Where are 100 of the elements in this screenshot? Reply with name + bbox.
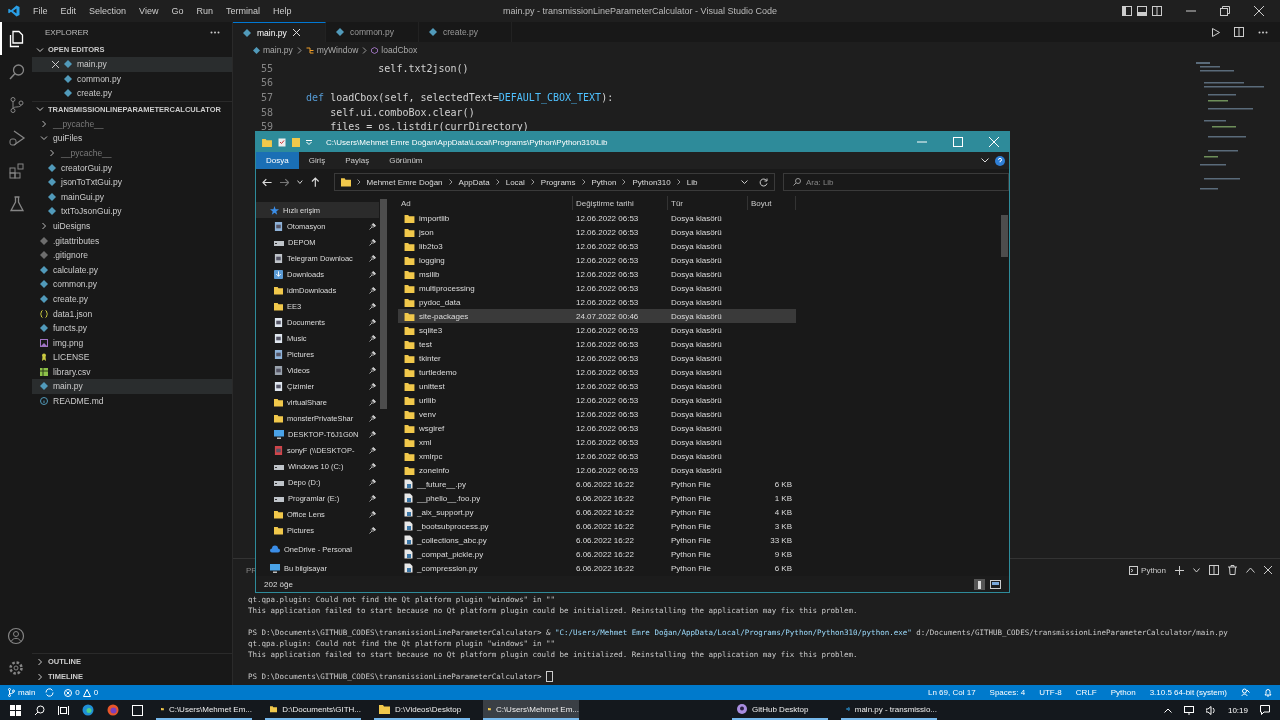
file-row[interactable]: __future__.py 6.06.2022 16:22 Python File 6 KB: [398, 477, 796, 491]
network-icon[interactable]: [1183, 705, 1194, 715]
file-tree-item[interactable]: README.md: [32, 393, 232, 409]
address-bar[interactable]: Mehmet Emre Doğan AppData Local Programs Python Python310 Lib: [333, 173, 775, 191]
file-row[interactable]: lib2to3 12.06.2022 06:53 Dosya klasörü: [398, 239, 796, 253]
close-icon[interactable]: [292, 29, 300, 36]
menu-item[interactable]: Run: [196, 6, 213, 16]
pin-icon[interactable]: [369, 238, 376, 246]
file-row[interactable]: _bootsubprocess.py 6.06.2022 16:22 Python File 3 KB: [398, 519, 796, 533]
file-row[interactable]: _compression.py 6.06.2022 16:22 Python File 6 KB: [398, 561, 796, 575]
pin-icon[interactable]: [369, 382, 376, 390]
file-row[interactable]: msilib 12.06.2022 06:53 Dosya klasörü: [398, 267, 796, 281]
scrollbar[interactable]: [1001, 215, 1008, 257]
status-item[interactable]: UTF-8: [1039, 688, 1062, 697]
run-icon[interactable]: [1212, 27, 1220, 37]
menu-item[interactable]: Terminal: [225, 6, 260, 16]
maximize-icon[interactable]: [953, 137, 963, 147]
file-tree-item[interactable]: jsonToTxtGui.py: [32, 174, 232, 190]
open-editor-item[interactable]: create.py: [32, 86, 232, 101]
file-row[interactable]: __phello__.foo.py 6.06.2022 16:22 Python File 1 KB: [398, 491, 796, 505]
editor-tab[interactable]: common.py: [326, 22, 419, 42]
ribbon-tab[interactable]: Görünüm: [379, 152, 433, 169]
more-icon[interactable]: [1258, 30, 1268, 34]
sync-icon[interactable]: [45, 688, 55, 697]
clock[interactable]: 10:19: [1227, 705, 1248, 715]
file-tree-item[interactable]: __pycache__: [32, 145, 232, 161]
pin-icon[interactable]: [369, 254, 376, 262]
file-row[interactable]: logging 12.06.2022 06:53 Dosya klasörü: [398, 253, 796, 267]
taskbar-app[interactable]: C:\Users\Mehmet Em...: [156, 700, 252, 720]
file-tree-item[interactable]: functs.py: [32, 320, 232, 336]
window-icon[interactable]: [132, 704, 143, 716]
file-tree-item[interactable]: .gitattributes: [32, 233, 232, 248]
close-icon[interactable]: [52, 60, 59, 68]
status-item[interactable]: Python: [1110, 688, 1136, 697]
file-row[interactable]: wsgiref 12.06.2022 06:53 Dosya klasörü: [398, 421, 796, 435]
file-tree-item[interactable]: uiDesigns: [32, 218, 232, 234]
file-tree-item[interactable]: __pycache__: [32, 116, 232, 132]
taskbar-app[interactable]: C:\Users\Mehmet Em...: [483, 700, 579, 720]
status-item[interactable]: CRLF: [1075, 688, 1097, 697]
menu-item[interactable]: File: [33, 6, 48, 16]
file-row[interactable]: xmlrpc 12.06.2022 06:53 Dosya klasörü: [398, 449, 796, 463]
ribbon-tab[interactable]: Paylaş: [335, 152, 380, 169]
pin-icon[interactable]: [369, 222, 376, 230]
file-tree-item[interactable]: common.py: [32, 277, 232, 292]
scrollbar[interactable]: [380, 199, 387, 409]
pin-icon[interactable]: [369, 334, 376, 342]
file-tree-item[interactable]: create.py: [32, 291, 232, 307]
file-row[interactable]: json 12.06.2022 06:53 Dosya klasörü: [398, 225, 796, 239]
large-icons-view-icon[interactable]: [990, 578, 1001, 590]
pin-icon[interactable]: [369, 270, 376, 278]
file-row[interactable]: multiprocessing 12.06.2022 06:53 Dosya klasörü: [398, 281, 796, 295]
breadcrumb-item[interactable]: main.py: [253, 45, 293, 55]
properties-icon[interactable]: [278, 137, 286, 147]
pin-icon[interactable]: [369, 478, 376, 486]
column-header[interactable]: Değiştirme tarihi: [573, 196, 668, 210]
close-icon[interactable]: [1254, 6, 1264, 16]
pin-icon[interactable]: [369, 350, 376, 358]
file-row[interactable]: _compat_pickle.py 6.06.2022 16:22 Python File 9 KB: [398, 547, 796, 561]
column-header[interactable]: Ad: [398, 196, 573, 210]
file-tree-item[interactable]: data1.json: [32, 306, 232, 321]
browser-icon[interactable]: [82, 704, 94, 716]
menu-item[interactable]: View: [139, 6, 159, 16]
editor-tab[interactable]: create.py: [419, 22, 512, 42]
menu-item[interactable]: Help: [272, 6, 292, 16]
breadcrumb-item[interactable]: loadCbox: [371, 45, 418, 55]
forward-icon[interactable]: [279, 177, 290, 187]
terminal-selector[interactable]: Python: [1129, 565, 1166, 575]
menu-item[interactable]: Selection: [89, 6, 127, 16]
add-icon[interactable]: [1175, 565, 1184, 575]
file-row[interactable]: site-packages 24.07.2022 00:46 Dosya klasörü: [398, 309, 796, 323]
chevron-down-icon[interactable]: [1193, 567, 1200, 573]
search-field[interactable]: Ara: Lib: [783, 173, 1009, 191]
settings-icon[interactable]: [7, 659, 25, 677]
trash-icon[interactable]: [1228, 565, 1237, 575]
pin-icon[interactable]: [369, 366, 376, 374]
status-item[interactable]: Ln 69, Col 17: [928, 688, 976, 697]
split-editor-icon[interactable]: [1234, 27, 1244, 37]
taskbar-app[interactable]: D:\Documents\GITH...: [265, 700, 361, 720]
status-item[interactable]: 3.10.5 64-bit (system): [1149, 688, 1227, 697]
more-icon[interactable]: [210, 30, 220, 34]
file-row[interactable]: venv 12.06.2022 06:53 Dosya klasörü: [398, 407, 796, 421]
pin-icon[interactable]: [369, 526, 376, 534]
pin-icon[interactable]: [369, 510, 376, 518]
chevron-down-icon[interactable]: [981, 158, 989, 163]
restore-icon[interactable]: [1220, 6, 1230, 16]
pin-icon[interactable]: [369, 462, 376, 470]
file-row[interactable]: _collections_abc.py 6.06.2022 16:22 Python File 33 KB: [398, 533, 796, 547]
pin-icon[interactable]: [369, 286, 376, 294]
search-icon[interactable]: [34, 704, 45, 716]
file-row[interactable]: sqlite3 12.06.2022 06:53 Dosya klasörü: [398, 323, 796, 337]
file-row[interactable]: test 12.06.2022 06:53 Dosya klasörü: [398, 337, 796, 351]
browser-icon[interactable]: [107, 704, 119, 716]
feedback-icon[interactable]: [1241, 688, 1250, 697]
taskbar-app[interactable]: D:\Videos\Desktop: [374, 700, 470, 720]
taskbar-app[interactable]: GitHub Desktop: [732, 700, 828, 720]
file-tree-item[interactable]: txtToJsonGui.py: [32, 204, 232, 219]
file-tree-item[interactable]: main.py: [32, 379, 232, 394]
file-tree-item[interactable]: guiFiles: [32, 131, 232, 146]
open-editor-item[interactable]: common.py: [32, 71, 232, 86]
breadcrumb-item[interactable]: myWindow: [305, 45, 359, 55]
